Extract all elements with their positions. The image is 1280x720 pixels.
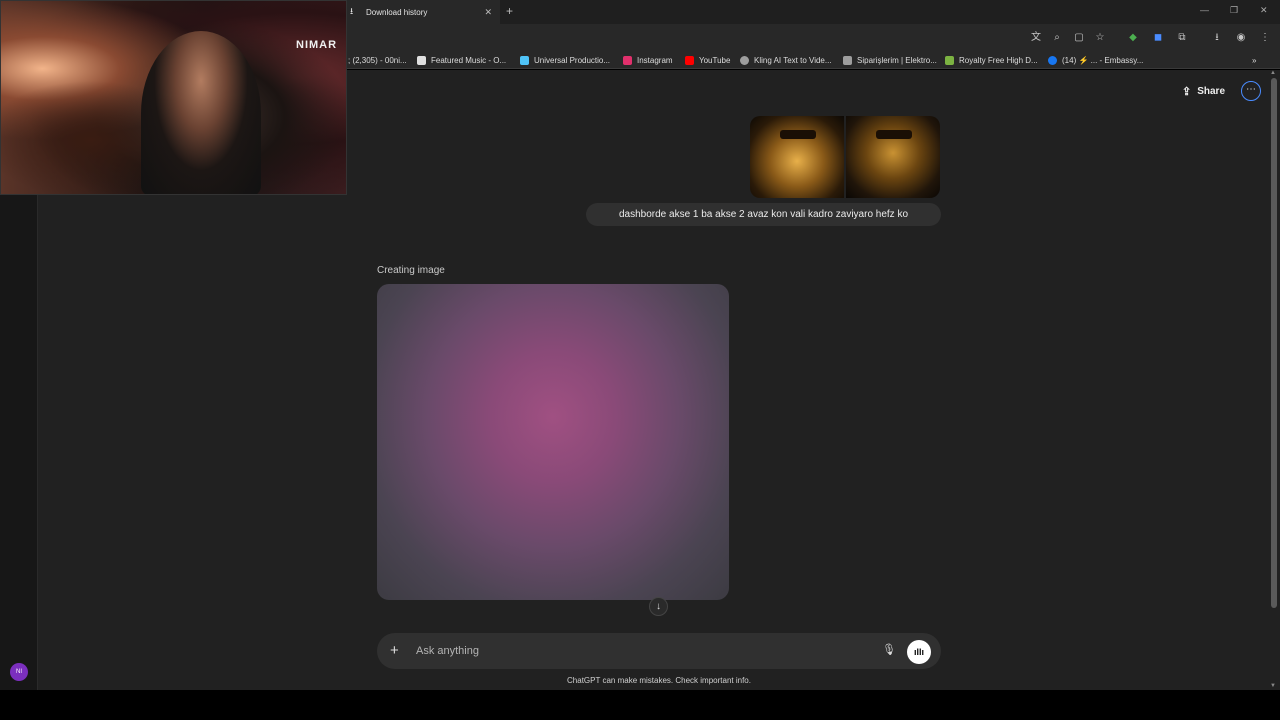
bookmark-label: Featured Music - O... [431, 55, 507, 65]
scroll-down-icon[interactable]: ↓ [649, 597, 668, 616]
scroll-up-arrow-icon[interactable]: ▲ [1270, 70, 1276, 76]
message-input[interactable] [416, 644, 856, 658]
tab-title: Download history [366, 7, 428, 17]
rearview-mirror [876, 130, 912, 139]
profile-icon[interactable]: ◉ [1234, 31, 1248, 45]
bookmark-label: Siparişlerim | Elektro... [857, 55, 937, 65]
user-image-thumbnail[interactable] [750, 116, 844, 198]
scroll-down-arrow-icon[interactable]: ▼ [1270, 683, 1276, 689]
bookmark-label: Universal Productio... [534, 55, 611, 65]
facebook-icon [1048, 55, 1057, 65]
voice-mode-icon[interactable]: ıllı [907, 640, 931, 664]
bookmark-label: YouTube [699, 55, 731, 65]
bookmark-label: ; (2,305) - 00ni... [348, 55, 407, 65]
extension-shield-icon[interactable]: ◼ [1151, 31, 1165, 45]
browser-tab[interactable]: ⭳ Download history ✕ [340, 0, 500, 24]
add-attachment-icon[interactable]: + [390, 642, 399, 660]
bookmark-label: Royalty Free High D... [959, 55, 1038, 65]
webcam-overlay: NIMAR [0, 0, 347, 195]
bookmark-label: Kling AI Text to Vide... [754, 55, 832, 65]
close-tab-icon[interactable]: ✕ [484, 7, 492, 18]
favicon-icon [417, 55, 426, 65]
generating-image-placeholder [377, 284, 729, 600]
bookmark-item[interactable]: Royalty Free High D... [945, 52, 1038, 68]
extension-icon[interactable]: ◆ [1126, 31, 1140, 45]
bookmark-item[interactable]: (14) ⚡ ... - Embassy... [1048, 52, 1143, 68]
share-icon: ⇪ [1182, 85, 1192, 98]
webcam-person [141, 31, 261, 194]
bookmark-item[interactable]: Instagram [623, 52, 673, 68]
new-tab-icon[interactable]: + [506, 4, 513, 18]
bookmark-item[interactable]: YouTube [685, 52, 730, 68]
downloads-icon[interactable]: ⭳ [1210, 31, 1224, 45]
favicon-icon [843, 55, 852, 65]
page-icon[interactable]: ▢ [1072, 31, 1086, 45]
microphone-icon[interactable]: 🎙 [882, 643, 896, 656]
browser-menu-icon[interactable]: ⋮ [1258, 31, 1272, 45]
user-image-thumbnail[interactable] [846, 116, 940, 198]
bookmark-item[interactable]: ; (2,305) - 00ni... [348, 52, 407, 68]
rearview-mirror [780, 130, 816, 139]
bookmark-label: (14) ⚡ ... - Embassy... [1062, 55, 1144, 65]
share-label: Share [1197, 85, 1226, 97]
bookmark-label: Instagram [637, 55, 673, 65]
kling-icon [740, 55, 749, 65]
bookmark-item[interactable]: Kling AI Text to Vide... [740, 52, 832, 68]
translate-icon[interactable]: 文 [1029, 31, 1043, 45]
bookmark-item[interactable]: Featured Music - O... [417, 52, 506, 68]
bookmark-item[interactable]: Universal Productio... [520, 52, 610, 68]
more-options-icon[interactable]: ⋯ [1241, 81, 1261, 101]
status-text: Creating image [377, 265, 445, 276]
scrollbar[interactable] [1271, 78, 1277, 608]
instagram-icon [623, 55, 632, 65]
favicon-icon [945, 55, 954, 65]
extensions-puzzle-icon[interactable]: ⧉ [1175, 31, 1189, 45]
webcam-neon-sign: NIMAR [296, 39, 338, 51]
share-button[interactable]: ⇪ Share [1182, 82, 1225, 100]
zoom-icon[interactable]: ⌕ [1050, 31, 1064, 45]
youtube-icon [685, 55, 694, 65]
download-icon: ⭳ [350, 6, 354, 16]
close-window-icon[interactable]: ✕ [1260, 5, 1268, 16]
bookmark-item[interactable]: Siparişlerim | Elektro... [843, 52, 937, 68]
favicon-icon [520, 55, 529, 65]
minimize-icon[interactable]: — [1200, 5, 1209, 15]
user-message: dashborde akse 1 ba akse 2 avaz kon vali… [586, 203, 941, 226]
disclaimer-text: ChatGPT can make mistakes. Check importa… [567, 676, 751, 685]
bookmark-star-icon[interactable]: ☆ [1093, 31, 1107, 45]
bookmarks-overflow-icon[interactable]: » [1252, 52, 1256, 68]
avatar[interactable]: NI [10, 663, 28, 681]
restore-icon[interactable]: ❐ [1230, 5, 1238, 16]
